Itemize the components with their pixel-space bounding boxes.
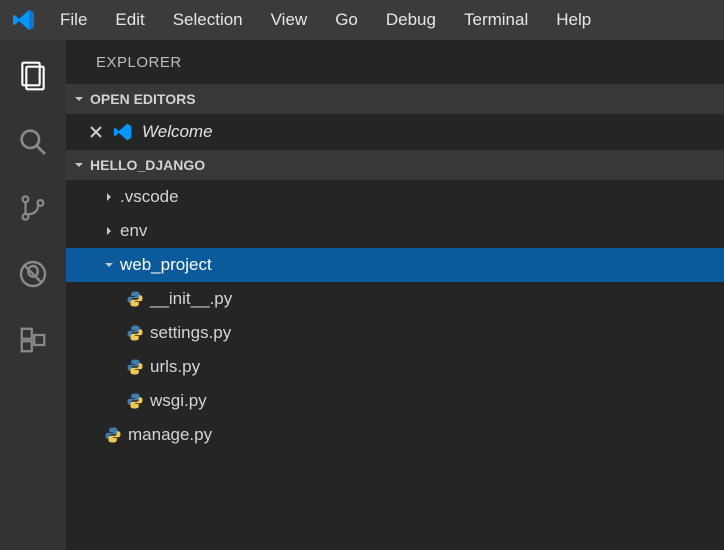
tree-row-label: urls.py — [150, 357, 200, 377]
python-file-icon — [126, 358, 144, 376]
chevron-down-icon — [104, 260, 114, 270]
tree-row-label: wsgi.py — [150, 391, 207, 411]
menu-item-go[interactable]: Go — [321, 0, 372, 40]
project-header-label: HELLO_DJANGO — [90, 157, 205, 173]
tree-row-label: web_project — [120, 255, 212, 275]
tree-row-label: manage.py — [128, 425, 212, 445]
explorer-title: EXPLORER — [66, 40, 724, 84]
menu-item-terminal[interactable]: Terminal — [450, 0, 542, 40]
tree-row-label: .vscode — [120, 187, 179, 207]
menu-item-help[interactable]: Help — [542, 0, 605, 40]
menu-item-selection[interactable]: Selection — [159, 0, 257, 40]
tree-folder[interactable]: .vscode — [66, 180, 724, 214]
project-header[interactable]: HELLO_DJANGO — [66, 150, 724, 180]
menu-item-debug[interactable]: Debug — [372, 0, 450, 40]
activity-extensions-icon[interactable] — [11, 318, 55, 362]
open-editors-label: OPEN EDITORS — [90, 91, 196, 107]
activity-bar — [0, 40, 66, 550]
tree-folder[interactable]: env — [66, 214, 724, 248]
explorer-sidebar: EXPLORER OPEN EDITORS Welcome HELLO_DJAN… — [66, 40, 724, 550]
tree-file[interactable]: __init__.py — [66, 282, 724, 316]
file-tree: .vscode env web_project __init__.py settings… — [66, 180, 724, 452]
python-file-icon — [104, 426, 122, 444]
chevron-down-icon — [74, 94, 84, 104]
activity-debug-icon[interactable] — [11, 252, 55, 296]
chevron-down-icon — [74, 160, 84, 170]
menu-item-view[interactable]: View — [257, 0, 322, 40]
tree-row-label: __init__.py — [150, 289, 232, 309]
tree-file[interactable]: wsgi.py — [66, 384, 724, 418]
tree-file[interactable]: urls.py — [66, 350, 724, 384]
menu-bar: FileEditSelectionViewGoDebugTerminalHelp — [0, 0, 724, 40]
vscode-logo-icon — [12, 8, 36, 32]
close-icon[interactable] — [88, 124, 104, 140]
python-file-icon — [126, 290, 144, 308]
vscode-file-icon — [112, 121, 134, 143]
activity-explorer-icon[interactable] — [11, 54, 55, 98]
open-editors-header[interactable]: OPEN EDITORS — [66, 84, 724, 114]
activity-scm-icon[interactable] — [11, 186, 55, 230]
python-file-icon — [126, 392, 144, 410]
tree-file[interactable]: manage.py — [66, 418, 724, 452]
chevron-right-icon — [104, 192, 114, 202]
tree-row-label: settings.py — [150, 323, 231, 343]
open-editor-filename: Welcome — [142, 122, 213, 142]
python-file-icon — [126, 324, 144, 342]
open-editor-item[interactable]: Welcome — [66, 114, 724, 150]
activity-search-icon[interactable] — [11, 120, 55, 164]
tree-file[interactable]: settings.py — [66, 316, 724, 350]
chevron-right-icon — [104, 226, 114, 236]
menu-item-edit[interactable]: Edit — [101, 0, 158, 40]
tree-row-label: env — [120, 221, 147, 241]
menu-item-file[interactable]: File — [46, 0, 101, 40]
tree-folder[interactable]: web_project — [66, 248, 724, 282]
